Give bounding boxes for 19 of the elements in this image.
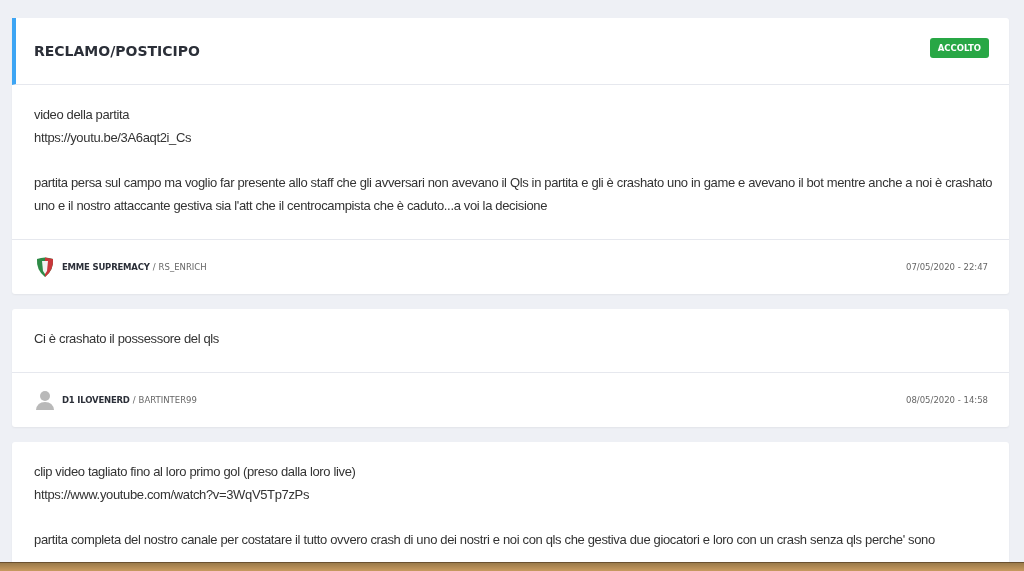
username: BARTINTER99 bbox=[138, 395, 197, 405]
team-name: D1 ILOVENERD bbox=[62, 395, 130, 405]
message-text: https://www.youtube.com/watch?v=3WqV5Tp7zPs bbox=[34, 486, 311, 504]
separator-text: / bbox=[152, 262, 156, 272]
message-text: partita completa del nostro canale per costatare il tutto ovvero crash di uno dei nostri e noi con qls che gestiva due giocatori e loro con un crash senza qls perche' sono bbox=[34, 531, 936, 549]
message-text: partita persa sul campo ma voglio far presente allo staff che gli avversari non avevano il Qls in partita e gli è crashato uno in game e avevano il bot mentre anche a noi è crashato uno e il nostro attaccante gestiva sia l'att che il centrocampista che è caduto...a voi la decisione bbox=[34, 174, 994, 215]
message-text: https://youtu.be/3A6aqt2i_Cs bbox=[34, 129, 193, 147]
team-name: EMME SUPREMACY bbox=[62, 262, 150, 272]
message-text: Ci è crashato il possessore del qls bbox=[34, 330, 220, 348]
user-avatar-icon bbox=[34, 389, 56, 411]
team-shield-icon bbox=[34, 256, 56, 278]
post-title: RECLAMO/POSTICIPO bbox=[34, 43, 200, 59]
status-badge: ACCOLTO bbox=[929, 38, 989, 58]
message-text: video della partita bbox=[34, 106, 131, 124]
post-date: 08/05/2020 - 14:58 bbox=[906, 395, 988, 405]
post-date: 07/05/2020 - 22:47 bbox=[906, 262, 988, 272]
username: RS_ENRICH bbox=[158, 262, 207, 272]
message-text: clip video tagliato fino al loro primo gol (preso dalla loro live) bbox=[34, 463, 357, 481]
separator-text: / bbox=[132, 395, 136, 405]
